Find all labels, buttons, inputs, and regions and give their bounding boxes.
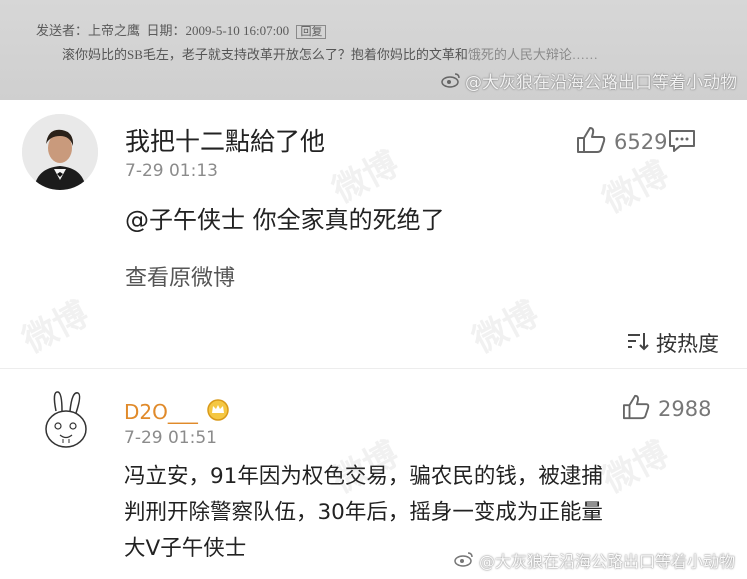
comment-line: 判刑开除警察队伍，30年后，摇身一变成为正能量 [124,500,603,525]
weibo-logo-icon [441,72,461,92]
watermark-top: @大灰狼在沿海公路出口等着小动物 [441,68,737,93]
avatar[interactable] [22,114,98,190]
like-count: 2988 [658,397,712,421]
quoted-post-visible-text: 滚你妈比的SB毛左，老子就支持改革开放怎么了？抱着你妈比的文革和 [62,47,468,62]
quoted-post-image: 发送者：上帝之鹰 日期：2009-5-10 16:07:00 回复 滚你妈比的S… [0,0,747,100]
sort-icon [626,330,650,357]
watermark-bottom-text: @大灰狼在沿海公路出口等着小动物 [478,552,735,571]
sort-label: 按热度 [656,332,719,356]
quoted-post-meta: 发送者：上帝之鹰 日期：2009-5-10 16:07:00 回复 [36,20,327,39]
quoted-date: 2009-5-10 16:07:00 [185,23,290,38]
like-count: 6529 [614,130,668,154]
thumbs-up-icon [576,126,606,158]
comment-item-1: 我把十二點給了他 7-29 01:13 6529 @子午侠士 你全家真的死绝了 … [0,100,747,312]
watermark-top-text: @大灰狼在沿海公路出口等着小动物 [465,73,737,93]
mention-link[interactable]: @子午侠士 [125,206,245,234]
crown-badge-icon[interactable] [206,399,230,425]
quoted-post-text: 滚你妈比的SB毛左，老子就支持改革开放怎么了？抱着你妈比的文革和饿死的人民大辩论… [62,44,598,63]
quoted-post-faded-text: 饿死的人民大辩论…… [467,47,598,62]
watermark-bottom: @大灰狼在沿海公路出口等着小动物 [454,548,735,572]
sort-by-hot-button[interactable]: 按热度 [626,328,719,358]
thumbs-up-icon [622,394,650,424]
comment-body: 你全家真的死绝了 [245,206,445,234]
quoted-sender: 上帝之鹰 [88,23,141,38]
comment-timestamp: 7-29 01:51 [124,428,217,448]
like-button[interactable]: 2988 [622,394,711,424]
avatar[interactable] [40,389,92,449]
comment-username[interactable]: 我把十二點給了他 [125,122,325,158]
comment-line: 冯立安，91年因为权色交易，骗农民的钱，被逮捕 [124,464,603,489]
quoted-sender-label: 发送者： [36,23,89,38]
like-button[interactable]: 6529 [576,126,667,158]
comment-text: @子午侠士 你全家真的死绝了 [125,200,445,235]
view-original-link[interactable]: 查看原微博 [125,260,235,292]
message-icon [668,130,696,158]
comment-username-row: D2O___ [124,399,230,425]
quoted-date-label: 日期： [146,23,186,38]
comment-timestamp: 7-29 01:13 [125,161,218,181]
quoted-reply-button: 回复 [296,25,327,39]
weibo-logo-icon [454,552,479,571]
sort-bar: 按热度 [0,312,747,369]
reply-button[interactable] [668,128,696,158]
comment-username[interactable]: D2O___ [124,400,198,424]
